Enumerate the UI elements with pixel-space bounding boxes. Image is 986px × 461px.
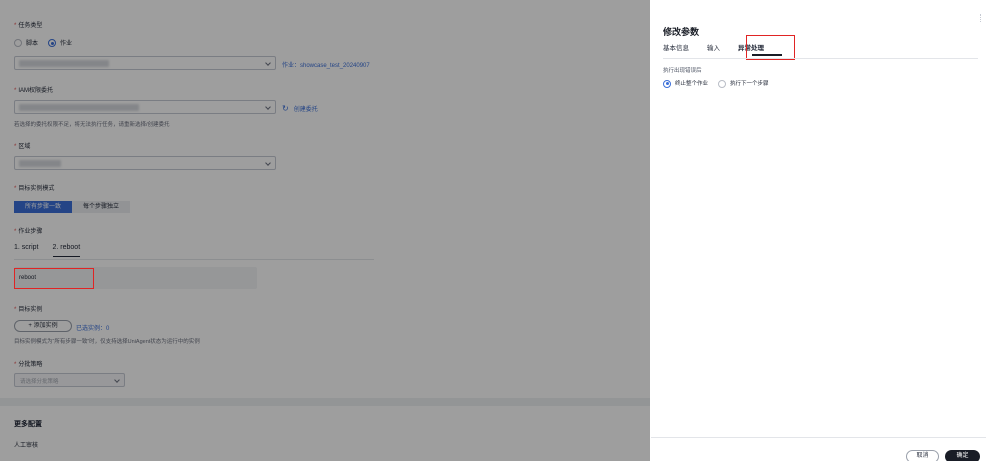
cancel-button[interactable]: 取消	[906, 450, 939, 461]
radio-next-step[interactable]: 执行下一个步骤	[718, 79, 769, 88]
footer-divider	[651, 437, 986, 438]
on-error-radio-group: 终止整个作业 执行下一个步骤	[663, 79, 769, 88]
highlight-box-tab	[746, 35, 795, 60]
radio-terminate-job[interactable]: 终止整个作业	[663, 79, 708, 88]
on-error-label: 执行出现错误后	[663, 68, 702, 74]
tabs-divider	[663, 58, 978, 59]
confirm-button[interactable]: 确定	[945, 450, 980, 461]
modal-overlay[interactable]	[0, 0, 650, 461]
more-icon[interactable]	[980, 14, 982, 22]
panel-title: 修改参数	[663, 27, 700, 37]
tab-basic-info[interactable]: 基本信息	[663, 42, 689, 52]
highlight-box-step	[14, 268, 94, 289]
edit-params-panel: 修改参数 基本信息 输入 异常处理 执行出现错误后 终止整个作业 执行下一个步骤…	[651, 0, 986, 461]
tab-input[interactable]: 输入	[707, 42, 720, 52]
